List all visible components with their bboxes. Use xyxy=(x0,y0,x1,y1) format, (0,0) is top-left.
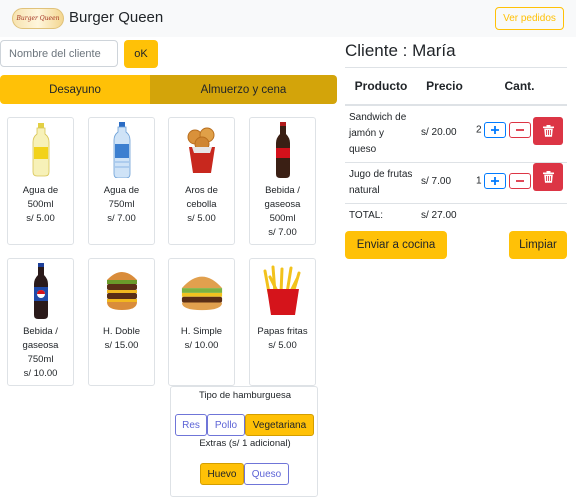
total-spacer xyxy=(472,202,567,228)
customer-name-input[interactable] xyxy=(0,40,118,67)
product-price: s/ 7.00 xyxy=(107,213,136,224)
french-fries-icon xyxy=(261,263,305,319)
order-item-price: s/ 7.00 xyxy=(417,161,472,203)
clear-order-button[interactable]: Limpiar xyxy=(509,231,567,259)
order-item-product: Jugo de frutas natural xyxy=(345,161,417,203)
plus-icon xyxy=(491,125,500,134)
product-price: s/ 5.00 xyxy=(187,213,216,224)
product-name: Agua de 500ml xyxy=(22,185,59,210)
order-item-price: s/ 20.00 xyxy=(417,104,472,162)
simple-burger-icon xyxy=(180,263,224,319)
order-item-qty: 2 xyxy=(476,124,482,136)
product-name: Aros de cebolla xyxy=(185,185,218,210)
product-card[interactable]: Papas fritas s/ 5.00 xyxy=(249,258,316,386)
type-vegetariana-button[interactable]: Vegetariana xyxy=(245,414,314,436)
cola-bottle-icon xyxy=(261,122,305,178)
order-item-product: Sandwich de jamón y queso xyxy=(345,104,417,162)
product-card[interactable]: Aros de cebolla s/ 5.00 xyxy=(168,117,235,245)
column-header-producto: Producto xyxy=(345,67,417,106)
send-to-kitchen-button[interactable]: Enviar a cocina xyxy=(345,231,447,259)
product-card[interactable]: H. Doble s/ 15.00 xyxy=(88,258,155,386)
column-header-cantidad: Cant. xyxy=(472,67,567,106)
product-card[interactable]: Agua de 750ml s/ 7.00 xyxy=(88,117,155,245)
product-price: s/ 15.00 xyxy=(104,340,139,351)
type-res-button[interactable]: Res xyxy=(175,414,207,436)
ok-button[interactable]: oK xyxy=(124,40,158,68)
type-pollo-button[interactable]: Pollo xyxy=(207,414,245,436)
column-header-precio: Precio xyxy=(417,67,472,106)
brand-logo[interactable]: Burger Queen xyxy=(12,8,64,29)
product-info: H. Simple s/ 10.00 xyxy=(171,325,232,353)
product-card[interactable]: H. Simple s/ 10.00 xyxy=(168,258,235,386)
trash-icon xyxy=(542,125,554,137)
onion-rings-icon xyxy=(180,122,224,178)
delete-item-button[interactable] xyxy=(533,163,563,191)
tab-almuerzo-y-cena[interactable]: Almuerzo y cena xyxy=(150,75,337,104)
delete-item-button[interactable] xyxy=(533,117,563,145)
product-info: Agua de 750ml s/ 7.00 xyxy=(91,184,152,226)
minus-icon xyxy=(516,128,525,131)
product-info: Bebida / gaseosa 750ml s/ 10.00 xyxy=(10,325,71,381)
product-price: s/ 7.00 xyxy=(268,227,297,238)
client-title: Cliente : María xyxy=(345,41,456,60)
water-750ml-bottle-icon xyxy=(100,122,144,178)
burger-options-panel: Tipo de hamburguesa Res Pollo Vegetarian… xyxy=(170,386,318,497)
total-label: TOTAL: xyxy=(345,202,417,228)
product-card[interactable]: Agua de 500ml s/ 5.00 xyxy=(7,117,74,245)
decrease-qty-button[interactable] xyxy=(509,121,532,138)
brand-name[interactable]: Burger Queen xyxy=(69,9,163,26)
increase-qty-button[interactable] xyxy=(484,172,507,189)
decrease-qty-button[interactable] xyxy=(509,172,532,189)
product-info: Aros de cebolla s/ 5.00 xyxy=(171,184,232,226)
water-500ml-bottle-icon xyxy=(19,122,63,178)
order-total-row: TOTAL: s/ 27.00 xyxy=(345,202,567,228)
view-orders-button[interactable]: Ver pedidos xyxy=(495,7,564,30)
minus-icon xyxy=(516,179,525,182)
tab-desayuno[interactable]: Desayuno xyxy=(0,75,150,104)
trash-icon xyxy=(542,171,554,183)
product-name: Bebida / gaseosa 750ml xyxy=(22,326,59,365)
extra-queso-button[interactable]: Queso xyxy=(244,463,289,485)
double-burger-icon xyxy=(100,263,144,319)
product-name: Bebida / gaseosa 500ml xyxy=(264,185,301,224)
product-price: s/ 10.00 xyxy=(184,340,219,351)
total-value: s/ 27.00 xyxy=(417,202,472,228)
menu-tabs: Desayuno Almuerzo y cena xyxy=(0,75,337,104)
burger-type-label: Tipo de hamburguesa xyxy=(198,390,292,401)
product-name: H. Simple xyxy=(180,326,223,337)
logo-text: Burger Queen xyxy=(16,15,60,22)
order-table-header: Producto Precio Cant. xyxy=(345,67,567,106)
extras-label: Extras (s/ 1 adicional) xyxy=(199,438,291,449)
plus-icon xyxy=(491,176,500,185)
product-price: s/ 10.00 xyxy=(23,368,58,379)
product-name: H. Doble xyxy=(103,326,140,337)
increase-qty-button[interactable] xyxy=(484,121,507,138)
product-card[interactable]: Bebida / gaseosa 750ml s/ 10.00 xyxy=(7,258,74,386)
product-info: H. Doble s/ 15.00 xyxy=(91,325,152,353)
product-name: Papas fritas xyxy=(257,326,308,337)
extra-huevo-button[interactable]: Huevo xyxy=(200,463,244,485)
product-info: Agua de 500ml s/ 5.00 xyxy=(10,184,71,226)
product-info: Papas fritas s/ 5.00 xyxy=(252,325,313,353)
order-item-qty: 1 xyxy=(476,175,482,187)
navbar: Burger Queen Burger Queen Ver pedidos xyxy=(0,0,576,37)
pepsi-bottle-icon xyxy=(19,263,63,319)
product-card[interactable]: Bebida / gaseosa 500ml s/ 7.00 xyxy=(249,117,316,245)
order-table: Producto Precio Cant. Sandwich de jamón … xyxy=(345,67,567,228)
product-price: s/ 5.00 xyxy=(26,213,55,224)
product-info: Bebida / gaseosa 500ml s/ 7.00 xyxy=(252,184,313,240)
product-name: Agua de 750ml xyxy=(103,185,140,210)
product-price: s/ 5.00 xyxy=(268,340,297,351)
